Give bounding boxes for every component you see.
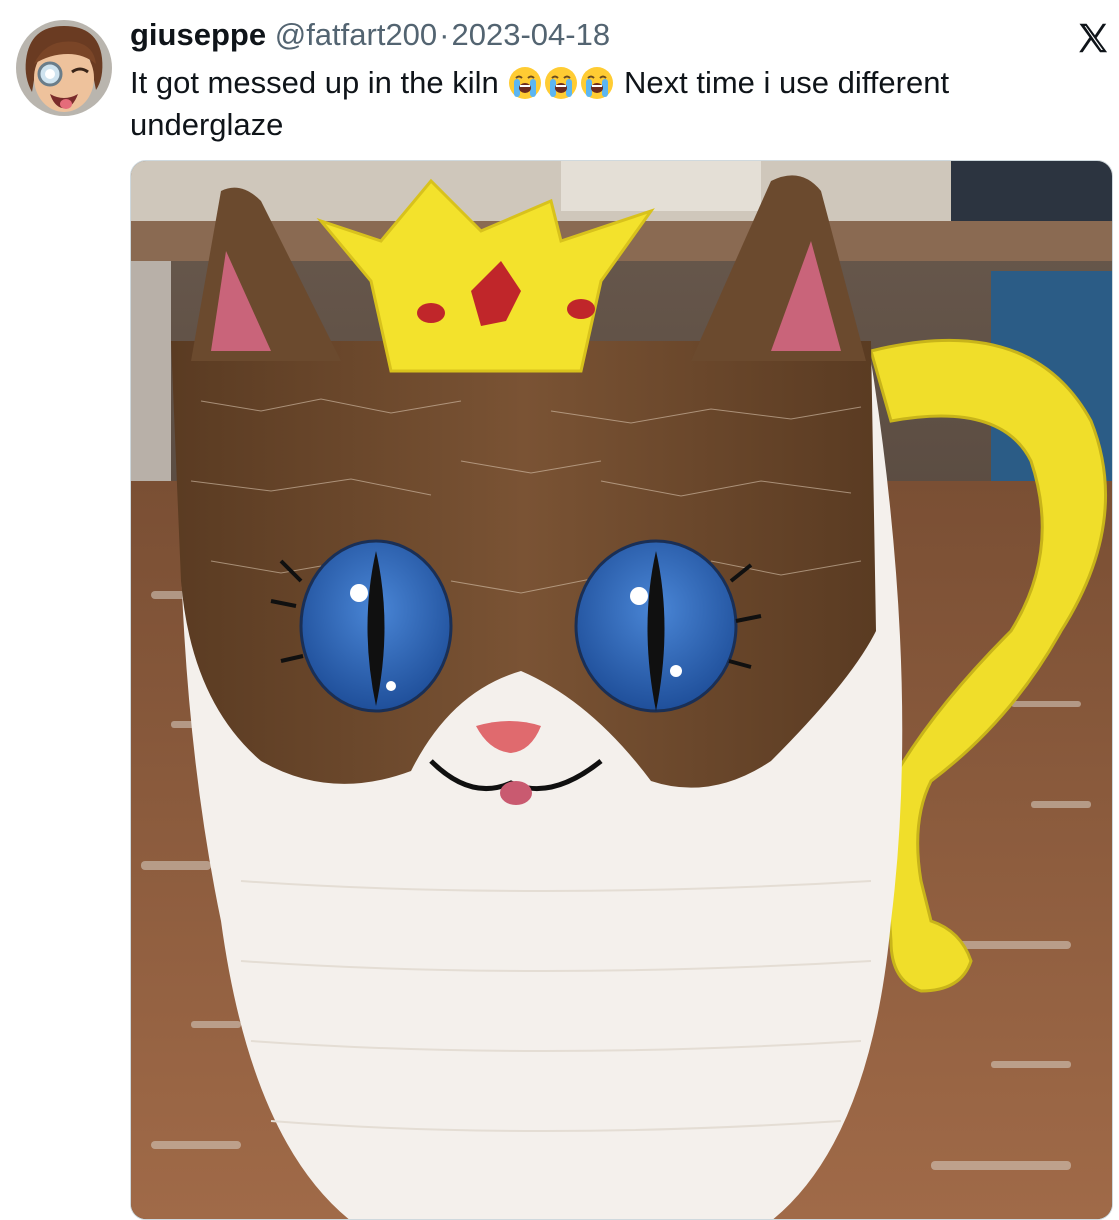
tweet-date[interactable]: 2023-04-18 — [452, 17, 611, 52]
tweet-text: It got messed up in the kiln Next time i… — [130, 62, 1080, 146]
tweet-photo[interactable] — [130, 160, 1113, 1220]
separator-dot: · — [439, 17, 450, 52]
tweet-text-before: It got messed up in the kiln — [130, 65, 508, 100]
avatar-cartoon-face-icon — [16, 20, 112, 116]
author-display-name[interactable]: giuseppe — [130, 17, 266, 52]
author-handle[interactable]: @fatfart200 — [275, 17, 437, 52]
loudly-crying-face-icon — [580, 66, 614, 100]
author-avatar[interactable] — [16, 20, 112, 116]
x-logo-icon[interactable] — [1075, 20, 1111, 56]
tweet-header: giuseppe @fatfart200·2023-04-18 — [130, 17, 610, 53]
cat-mug-photo — [131, 161, 1112, 1219]
loudly-crying-face-icon — [544, 66, 578, 100]
loudly-crying-face-icon — [508, 66, 542, 100]
